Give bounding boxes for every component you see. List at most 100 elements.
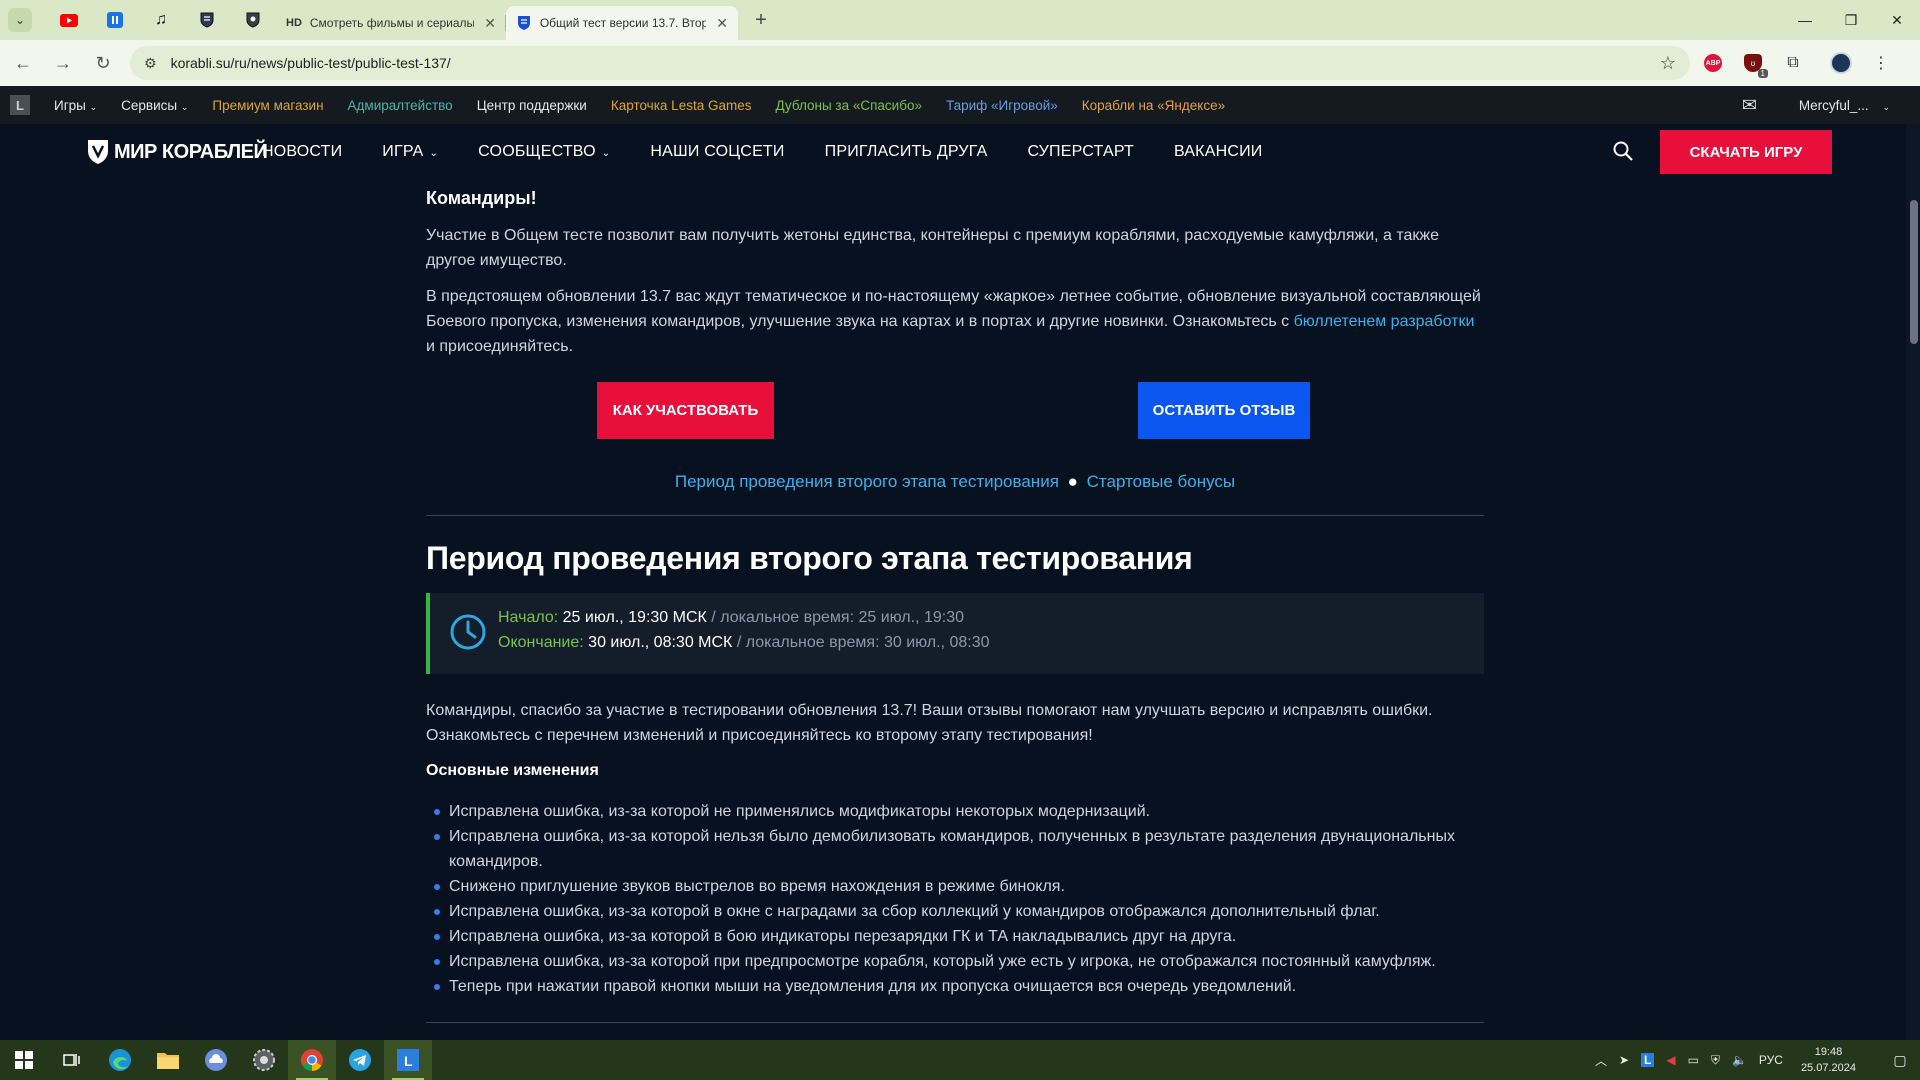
nav-vacancies[interactable]: ВАКАНСИИ <box>1174 143 1263 161</box>
back-button[interactable]: ← <box>6 46 40 80</box>
new-tab-button[interactable]: + <box>744 3 778 37</box>
shield-tray-icon[interactable]: ⛨ <box>1711 1053 1720 1068</box>
tab-search-button[interactable]: ⌄ <box>8 8 32 32</box>
list-item: Исправлена ошибка, из-за которой не прим… <box>426 799 1484 824</box>
telegram-tray-icon[interactable]: ➤ <box>1619 1053 1629 1067</box>
lesta-link-premium-shop[interactable]: Премиум магазин <box>212 98 323 113</box>
notification-icon[interactable]: ▢ <box>1880 1052 1920 1069</box>
lesta-link-support[interactable]: Центр поддержки <box>477 98 587 113</box>
lesta-link-yandex[interactable]: Корабли на «Яндексе» <box>1082 98 1225 113</box>
restore-button[interactable]: ❐ <box>1828 0 1874 40</box>
system-tray: ︿ ➤ L ◀ ▭ ⛨ 🔈 РУС 19:48 25.07.2024 ▢ <box>1595 1040 1920 1080</box>
reload-button[interactable]: ↻ <box>86 46 120 80</box>
window-controls: — ❐ ✕ <box>1782 0 1920 40</box>
minimize-button[interactable]: — <box>1782 0 1828 40</box>
nav-socials[interactable]: НАШИ СОЦСЕТИ <box>650 143 784 161</box>
tab-pinned-2[interactable] <box>92 0 138 40</box>
taskbar-clock[interactable]: 19:48 25.07.2024 <box>1801 1044 1856 1076</box>
nav-game[interactable]: ИГРА ⌄ <box>382 143 438 161</box>
taskbar-chrome[interactable] <box>288 1040 336 1080</box>
profile-button[interactable] <box>1824 46 1858 80</box>
lesta-link-doubloons[interactable]: Дублоны за «Спасибо» <box>775 98 921 113</box>
anchor-separator: ● <box>1067 472 1078 491</box>
download-game-button[interactable]: СКАЧАТЬ ИГРУ <box>1660 130 1832 174</box>
address-bar[interactable]: ⚙ korabli.su/ru/news/public-test/public-… <box>130 46 1690 80</box>
dev-bulletin-link[interactable]: бюллетенем разработки <box>1294 313 1475 330</box>
svg-text:L: L <box>404 1053 413 1069</box>
user-menu[interactable]: Mercyful_... ⌄ <box>1799 98 1890 113</box>
tab-active-public-test[interactable]: Общий тест версии 13.7. Втор ✕ <box>506 6 738 40</box>
menu-button[interactable]: ⋮ <box>1864 46 1898 80</box>
close-icon[interactable]: ✕ <box>484 15 496 32</box>
chevron-down-icon: ⌄ <box>601 148 611 159</box>
taskbar-lesta[interactable]: L <box>384 1040 432 1080</box>
url-text[interactable]: korabli.su/ru/news/public-test/public-te… <box>171 55 1660 71</box>
site-header: МИР КОРАБЛЕЙ НОВОСТИ ИГРА ⌄ СООБЩЕСТВО ⌄ Н… <box>0 124 1920 180</box>
chevron-down-icon: ⌄ <box>14 13 26 27</box>
taskbar-telegram[interactable] <box>336 1040 384 1080</box>
lesta-menu-games[interactable]: Игры ⌄ <box>54 98 97 113</box>
task-view-button[interactable] <box>48 1040 96 1080</box>
taskbar-cloud-app[interactable] <box>192 1040 240 1080</box>
brand-name: МИР КОРАБЛЕЙ <box>114 140 268 163</box>
shield-icon <box>246 12 260 28</box>
clock-date: 25.07.2024 <box>1800 1062 1856 1074</box>
search-icon <box>1613 141 1633 161</box>
period-start: Начало: 25 июл., 19:30 МСК / локальное в… <box>498 609 964 626</box>
lesta-link-card[interactable]: Карточка Lesta Games <box>611 98 752 113</box>
tab-pinned-5[interactable] <box>230 0 276 40</box>
gift-icon[interactable]: ✉ <box>1742 95 1757 116</box>
kebab-menu-icon: ⋮ <box>1873 55 1889 72</box>
abp-icon: ABP <box>1704 54 1722 72</box>
site-logo[interactable]: МИР КОРАБЛЕЙ <box>86 138 268 166</box>
nav-superstart[interactable]: СУПЕРСТАРТ <box>1027 143 1134 161</box>
lesta-link-tariff[interactable]: Тариф «Игровой» <box>946 98 1058 113</box>
plus-icon: + <box>755 8 767 31</box>
how-to-participate-button[interactable]: КАК УЧАСТВОВАТЬ <box>597 382 774 439</box>
volume-icon[interactable]: 🔈 <box>1732 1053 1747 1067</box>
site-search-button[interactable] <box>1612 140 1636 164</box>
taskbar-settings-app[interactable] <box>240 1040 288 1080</box>
tab-youtube[interactable] <box>46 0 92 40</box>
changes-heading: Основные изменения <box>426 762 599 779</box>
lesta-menu-services[interactable]: Сервисы ⌄ <box>121 98 188 113</box>
anchor-bonuses-link[interactable]: Стартовые бонусы <box>1087 472 1236 491</box>
lesta-top-bar: L Игры ⌄ Сервисы ⌄ Премиум магазин Адмир… <box>0 86 1920 124</box>
browser-tab-strip: ⌄ ♫ HD Смотреть фильмы и сериалы о ✕ Общ… <box>0 0 1920 40</box>
divider <box>426 515 1484 516</box>
anchor-period-link[interactable]: Период проведения второго этапа тестиров… <box>675 472 1059 491</box>
cta-buttons: КАК УЧАСТВОВАТЬ ОСТАВИТЬ ОТЗЫВ <box>426 382 1484 440</box>
tab-films[interactable]: HD Смотреть фильмы и сериалы о ✕ <box>276 6 506 40</box>
lesta-link-admiralty[interactable]: Адмиралтейство <box>348 98 453 113</box>
network-icon[interactable]: ▭ <box>1688 1053 1699 1067</box>
adblock-extension[interactable]: ABP <box>1696 46 1730 80</box>
red-arrow-tray-icon[interactable]: ◀ <box>1666 1053 1675 1067</box>
leave-review-button[interactable]: ОСТАВИТЬ ОТЗЫВ <box>1138 382 1310 439</box>
language-indicator[interactable]: РУС <box>1759 1053 1783 1067</box>
chevron-up-icon[interactable]: ︿ <box>1595 1052 1607 1069</box>
bookmark-star-icon[interactable]: ☆ <box>1660 53 1676 74</box>
lesta-tray-icon[interactable]: L <box>1641 1053 1655 1067</box>
chevron-down-icon: ⌄ <box>1882 101 1890 112</box>
start-button[interactable] <box>0 1040 48 1080</box>
tab-pinned-3[interactable]: ♫ <box>138 0 184 40</box>
site-info-icon[interactable]: ⚙ <box>144 55 157 72</box>
arrow-right-icon: → <box>54 52 72 73</box>
shield-logo-icon <box>88 140 108 164</box>
nav-community[interactable]: СООБЩЕСТВО ⌄ <box>478 143 610 161</box>
nav-news[interactable]: НОВОСТИ <box>262 143 342 161</box>
changes-list: Исправлена ошибка, из-за которой не прим… <box>426 799 1484 999</box>
nav-invite[interactable]: ПРИГЛАСИТЬ ДРУГА <box>825 143 988 161</box>
tab-pinned-4[interactable] <box>184 0 230 40</box>
lesta-logo[interactable]: L <box>10 95 30 115</box>
taskbar-edge[interactable] <box>96 1040 144 1080</box>
ublock-count: 1 <box>1757 69 1768 78</box>
taskbar-explorer[interactable] <box>144 1040 192 1080</box>
ublock-extension[interactable]: ʊ1 <box>1736 46 1770 80</box>
close-icon[interactable]: ✕ <box>716 15 728 32</box>
test-period-box: Начало: 25 июл., 19:30 МСК / локальное в… <box>426 593 1484 674</box>
page-scrollbar-thumb[interactable] <box>1910 200 1918 344</box>
extensions-button[interactable]: ⧉ <box>1776 46 1810 80</box>
close-window-button[interactable]: ✕ <box>1874 0 1920 40</box>
forward-button[interactable]: → <box>46 46 80 80</box>
